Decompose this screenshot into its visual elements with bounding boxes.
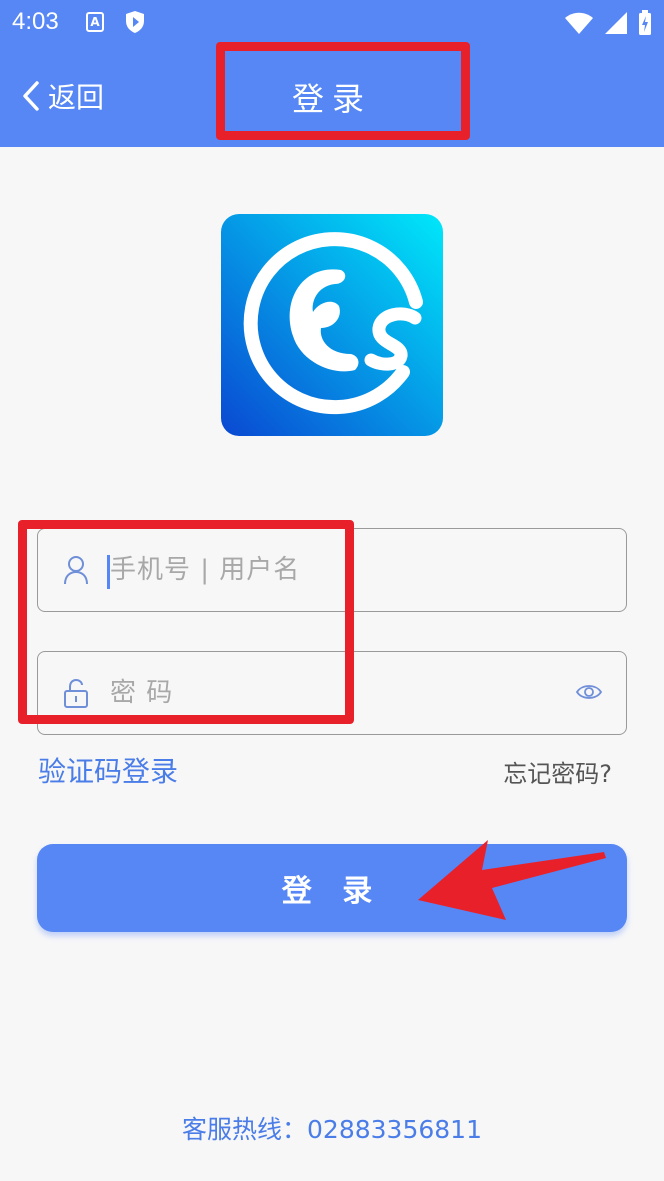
sms-login-link[interactable]: 验证码登录 — [38, 750, 178, 790]
eye-icon[interactable] — [575, 683, 603, 705]
app-logo — [221, 214, 443, 436]
wifi-icon — [564, 11, 594, 39]
forgot-password-link[interactable]: 忘记密码? — [503, 754, 612, 789]
shield-icon — [124, 10, 146, 38]
status-bar: 4:03 A — [0, 0, 664, 46]
signal-icon — [604, 11, 628, 39]
a-notification-icon: A — [86, 12, 104, 32]
inputs-highlight-box — [18, 520, 354, 724]
hotline-text[interactable]: 客服热线：02883356811 — [0, 1110, 664, 1146]
status-time: 4:03 — [12, 8, 59, 35]
battery-icon — [638, 10, 652, 40]
annotation-arrow — [418, 840, 606, 920]
title-highlight-box — [216, 42, 470, 140]
